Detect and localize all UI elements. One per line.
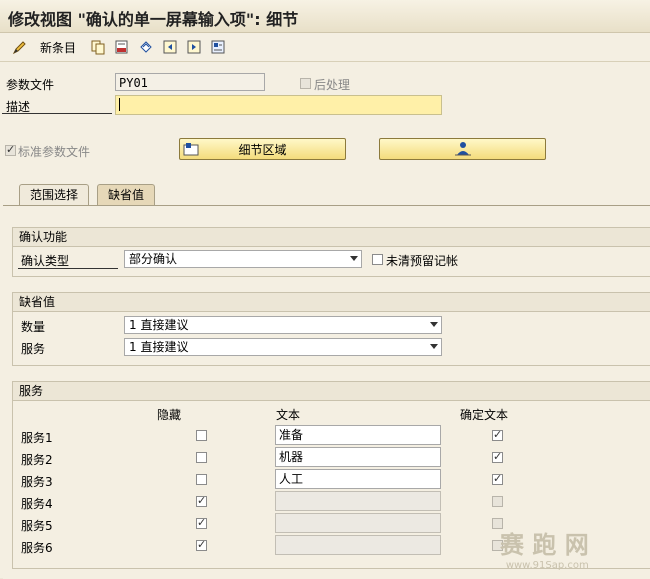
confirm-function-title: 确认功能: [13, 228, 650, 247]
service-row-2-label: 服务2: [21, 453, 53, 467]
tab-range-selection[interactable]: 范围选择: [19, 184, 90, 205]
copy-icon[interactable]: [90, 38, 106, 56]
service-row-3-label: 服务3: [21, 475, 53, 489]
service-row-4-hidden-checkbox[interactable]: [196, 494, 207, 507]
quantity-dropdown[interactable]: 1 直接建议: [124, 316, 442, 334]
service-row-2-hidden-checkbox[interactable]: [196, 452, 207, 463]
title-bar: 修改视图 "确认的单一屏幕输入项": 细节: [0, 0, 650, 33]
service-dropdown[interactable]: 1 直接建议: [124, 338, 442, 356]
standard-param-checkbox[interactable]: [5, 143, 16, 156]
col-confirm-text-header: 确定文本: [460, 408, 509, 422]
confirm-type-label: 确认类型: [21, 254, 70, 268]
service-row-4-label: 服务4: [21, 497, 53, 511]
service-row-4-text-field: [275, 491, 441, 511]
param-file-field[interactable]: PY01: [115, 73, 265, 91]
text-cursor: [119, 98, 120, 111]
service-value: 1 直接建议: [129, 340, 189, 354]
person-icon: [454, 140, 472, 159]
service-row-1-hidden-checkbox[interactable]: [196, 430, 207, 441]
prev-entry-icon[interactable]: [162, 38, 178, 56]
service-row-5-hidden-checkbox[interactable]: [196, 516, 207, 529]
detail-area-label: 细节区域: [238, 142, 287, 157]
service-row-5-label: 服务5: [21, 519, 53, 533]
detail-area-icon: [183, 141, 199, 160]
delete-icon[interactable]: [114, 38, 130, 56]
service-row-2-text-field[interactable]: 机器: [275, 447, 441, 467]
watermark-url: www.91Sap.com: [505, 560, 589, 571]
application-toolbar: 新条目: [0, 33, 650, 62]
service-row-6-label: 服务6: [21, 541, 53, 555]
description-underline: [2, 113, 112, 114]
undo-icon[interactable]: [138, 38, 154, 56]
chevron-down-icon: [430, 344, 438, 349]
service-row-3-hidden-checkbox[interactable]: [196, 474, 207, 485]
tab-defaults[interactable]: 缺省值: [97, 184, 156, 205]
postprocess-label: 后处理: [314, 78, 351, 92]
postprocess-checkbox[interactable]: [300, 78, 311, 89]
service-row-6-hidden-checkbox[interactable]: [196, 538, 207, 551]
service-label: 服务: [21, 342, 46, 356]
confirm-type-underline: [18, 268, 118, 269]
service-row-4-confirm-checkbox: [492, 496, 503, 507]
service-row-1-text-field[interactable]: 准备: [275, 425, 441, 445]
pencil-icon[interactable]: [12, 38, 28, 56]
confirm-type-dropdown[interactable]: 部分确认: [124, 250, 362, 268]
service-row-3-confirm-checkbox[interactable]: [492, 472, 503, 485]
select-icon[interactable]: [210, 38, 226, 56]
unclear-reservation-checkbox[interactable]: [372, 254, 383, 265]
quantity-label: 数量: [21, 320, 46, 334]
service-row-1-confirm-checkbox[interactable]: [492, 428, 503, 441]
new-entries-label: 新条目: [40, 40, 77, 55]
param-file-label: 参数文件: [6, 78, 55, 92]
col-text-header: 文本: [276, 408, 301, 422]
quantity-value: 1 直接建议: [129, 318, 189, 332]
unclear-reservation-label: 未清预留记帐: [386, 254, 459, 268]
services-title: 服务: [13, 382, 650, 401]
default-values-title: 缺省值: [13, 293, 650, 312]
description-field[interactable]: [115, 95, 442, 115]
col-hidden-header: 隐藏: [157, 408, 182, 422]
tab-range-selection-label: 范围选择: [30, 188, 79, 202]
service-row-3-text-field[interactable]: 人工: [275, 469, 441, 489]
next-entry-icon[interactable]: [186, 38, 202, 56]
service-row-1-label: 服务1: [21, 431, 53, 445]
window-title: 修改视图 "确认的单一屏幕输入项": 细节: [8, 10, 299, 29]
service-row-6-text-field: [275, 535, 441, 555]
tab-defaults-label: 缺省值: [108, 188, 145, 202]
watermark-text: 赛 跑 网: [500, 531, 589, 559]
chevron-down-icon: [350, 256, 358, 261]
chevron-down-icon: [430, 322, 438, 327]
person-button[interactable]: [379, 138, 546, 160]
service-row-2-confirm-checkbox[interactable]: [492, 450, 503, 463]
detail-area-button[interactable]: 细节区域: [179, 138, 346, 160]
new-entries-button[interactable]: 新条目: [40, 38, 76, 56]
watermark: 赛 跑 网 www.91Sap.com: [500, 525, 589, 571]
confirm-type-value: 部分确认: [129, 252, 178, 266]
service-row-5-text-field: [275, 513, 441, 533]
standard-param-label: 标准参数文件: [18, 145, 91, 159]
